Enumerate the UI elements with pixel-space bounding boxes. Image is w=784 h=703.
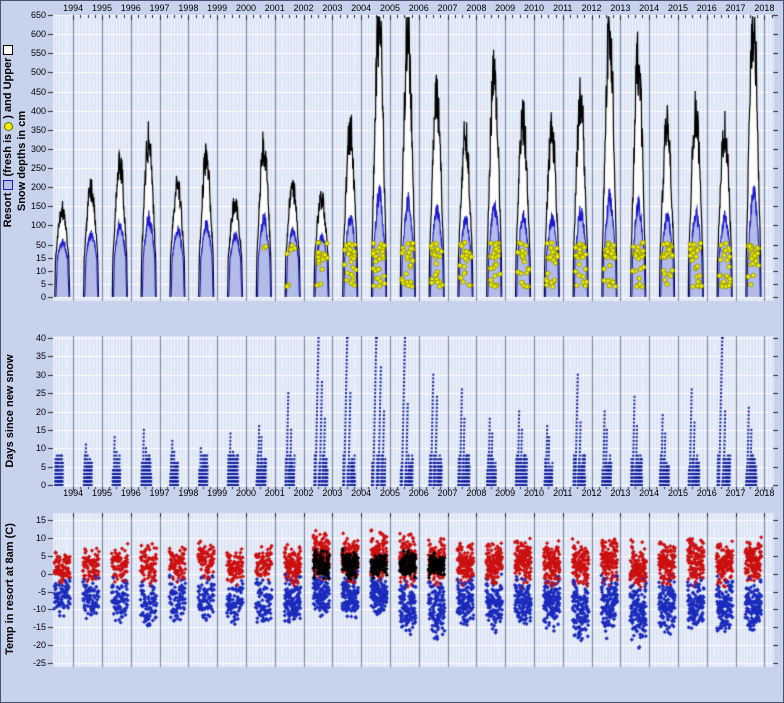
days-axis-title: Days since new snow [2,331,18,491]
upper-swatch-icon [3,45,13,55]
chart-canvas [1,1,784,703]
fresh-snow-icon [4,122,13,131]
snow-axis-title-line2: Snow depths in cm [14,86,30,236]
resort-swatch-icon [3,180,13,190]
snow-history-chart-page: 1994199519961997199819992000200120022003… [0,0,784,703]
temp-axis-title: Temp in resort at 8am (C) [2,489,18,689]
